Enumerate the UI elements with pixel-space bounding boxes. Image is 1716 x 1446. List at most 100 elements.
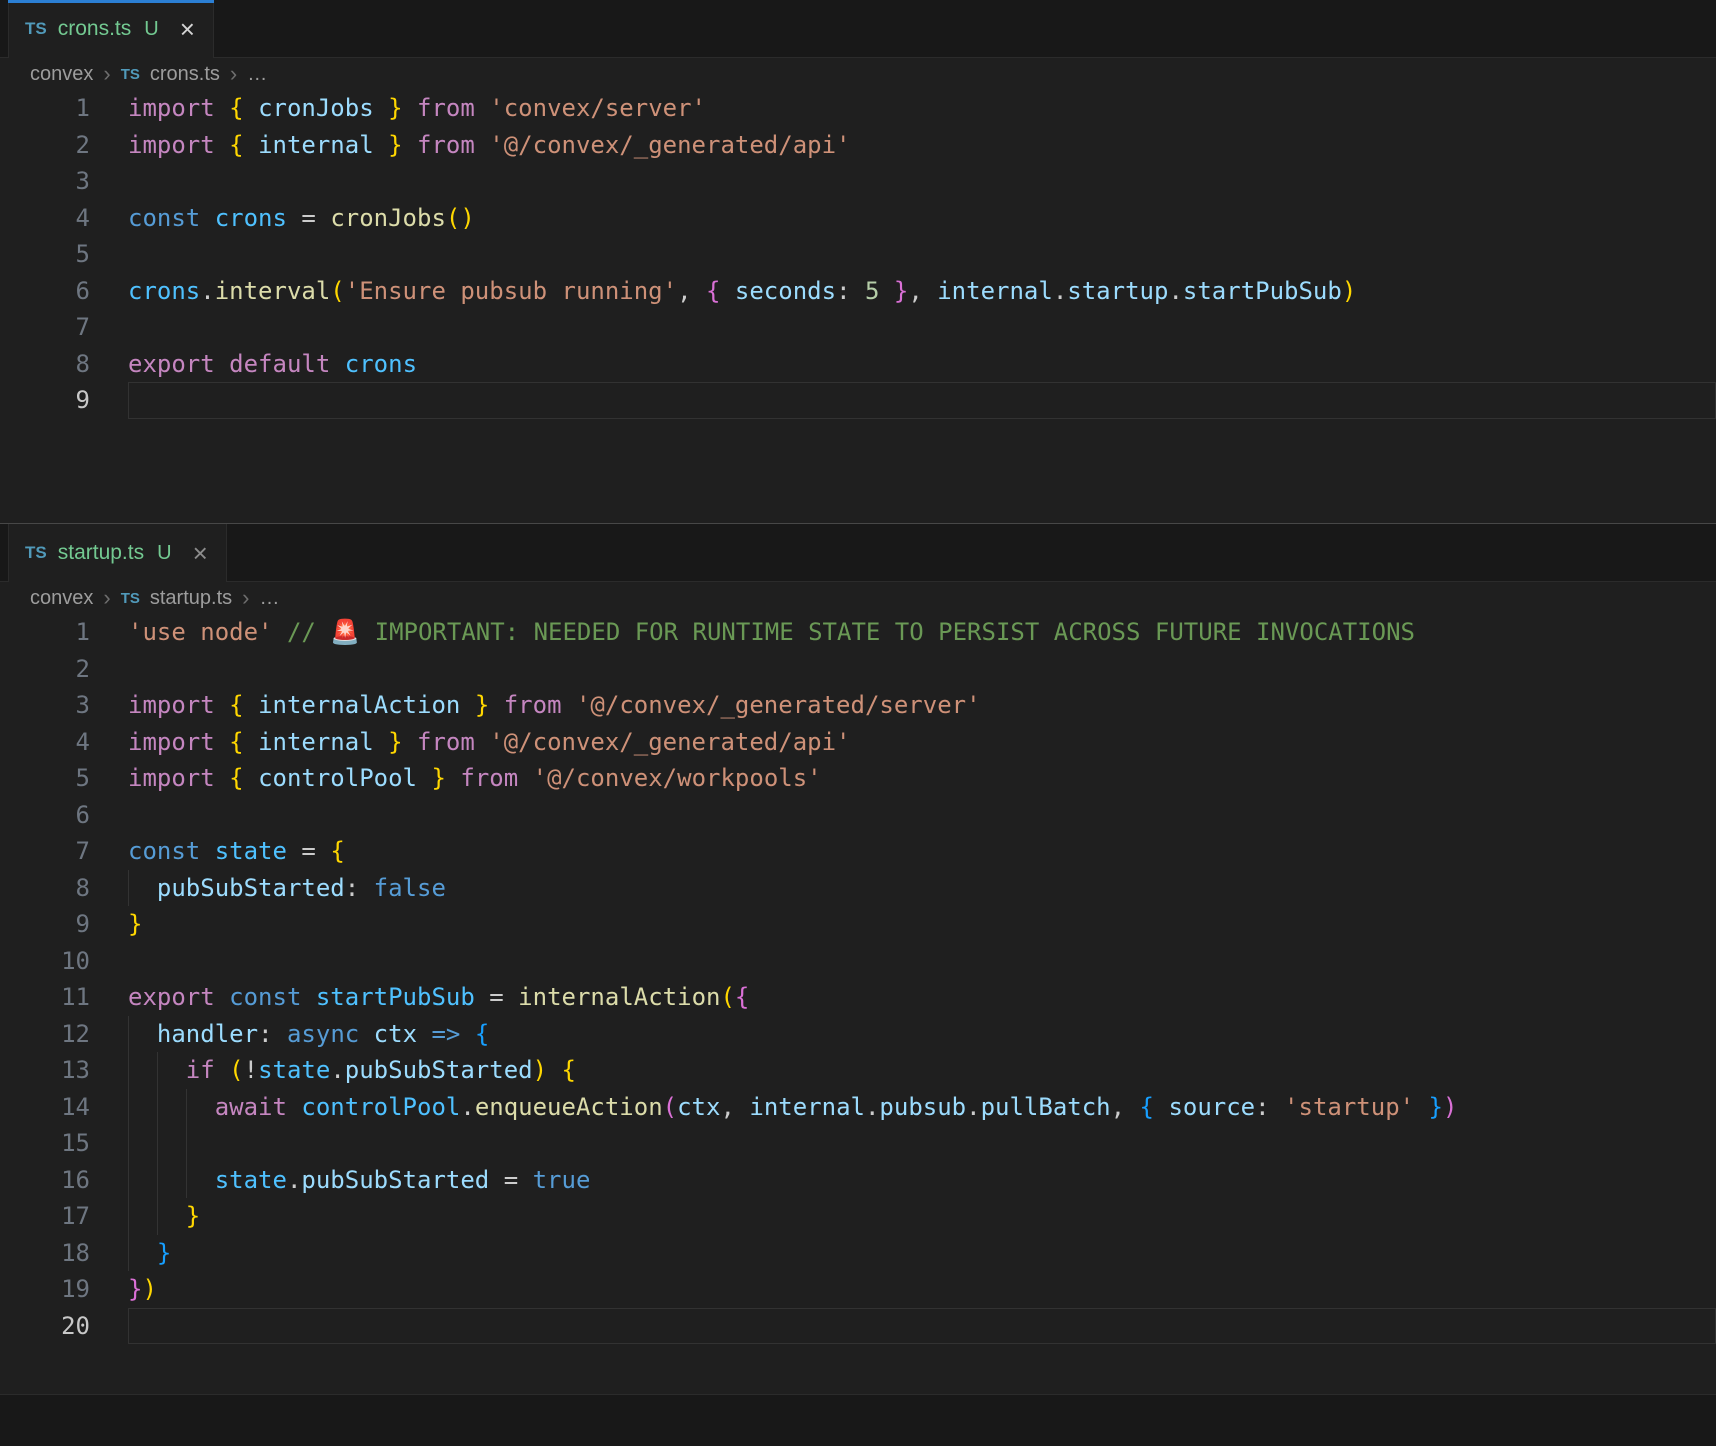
code-line[interactable]: 13 if (!state.pubSubStarted) {	[0, 1052, 1716, 1089]
code-token: (	[720, 983, 735, 1011]
code-line[interactable]: 12 handler: async ctx => {	[0, 1015, 1716, 1052]
code-token: ,	[1110, 1092, 1140, 1121]
code-line[interactable]: 5 import { controlPool } from '@/convex/w…	[0, 760, 1716, 797]
code-line-content[interactable]	[128, 1125, 1716, 1162]
code-line-content[interactable]	[128, 163, 1716, 200]
code-line-content[interactable]	[128, 309, 1716, 346]
close-icon[interactable]: ×	[180, 16, 195, 42]
code-token: seconds	[734, 276, 837, 305]
code-line[interactable]: 9}	[0, 906, 1716, 943]
code-line[interactable]: 18 }	[0, 1234, 1716, 1271]
code-line[interactable]: 17 }	[0, 1198, 1716, 1235]
code-line[interactable]: 4 import { internal } from '@/convex/_gen…	[0, 724, 1716, 761]
breadcrumb-folder[interactable]: convex	[30, 63, 93, 86]
code-line[interactable]: 1 import { cronJobs } from 'convex/server…	[0, 90, 1716, 127]
code-line-content[interactable]: pubSubStarted: false	[128, 869, 1716, 906]
code-line[interactable]: 9	[0, 382, 1716, 419]
code-line-content[interactable]	[128, 382, 1716, 419]
code-line[interactable]: 8 pubSubStarted: false	[0, 869, 1716, 906]
code-line[interactable]: 10	[0, 943, 1716, 980]
code-line-content[interactable]	[128, 1308, 1716, 1345]
code-token: state	[214, 837, 287, 865]
code-line-content[interactable]: }	[128, 1234, 1716, 1271]
code-line-content[interactable]: state.pubSubStarted = true	[128, 1161, 1716, 1198]
breadcrumb-folder[interactable]: convex	[30, 587, 93, 610]
code-token: false	[373, 873, 446, 902]
code-line[interactable]: 3	[0, 163, 1716, 200]
line-number: 16	[61, 1165, 90, 1194]
code-line-content[interactable]	[128, 236, 1716, 273]
code-line[interactable]: 19})	[0, 1271, 1716, 1308]
code-line-content[interactable]: import { controlPool } from '@/convex/wo…	[128, 760, 1716, 797]
code-text: }	[128, 1239, 171, 1267]
code-line-content[interactable]	[128, 943, 1716, 980]
code-token: true	[532, 1165, 591, 1194]
code-line-content[interactable]: import { internal } from '@/convex/_gene…	[128, 724, 1716, 761]
code-line-content[interactable]: import { internalAction } from '@/convex…	[128, 687, 1716, 724]
close-icon[interactable]: ×	[193, 540, 208, 566]
code-line[interactable]: 5	[0, 236, 1716, 273]
code-line-content[interactable]: await controlPool.enqueueAction(ctx, int…	[128, 1088, 1716, 1125]
code-line[interactable]: 20	[0, 1308, 1716, 1345]
breadcrumb-file[interactable]: crons.ts	[150, 63, 220, 86]
code-line[interactable]: 6	[0, 797, 1716, 834]
code-line-content[interactable]: const crons = cronJobs()	[128, 200, 1716, 237]
line-number: 14	[61, 1092, 90, 1121]
code-token: '@/convex/_generated/server'	[575, 691, 981, 719]
code-line-content[interactable]: }	[128, 906, 1716, 943]
code-line-content[interactable]: })	[128, 1271, 1716, 1308]
code-token: :	[258, 1019, 287, 1048]
code-line-content[interactable]	[128, 797, 1716, 834]
breadcrumb-file[interactable]: startup.ts	[150, 587, 232, 610]
line-number: 2	[75, 130, 90, 159]
breadcrumb-ellipsis[interactable]: …	[259, 587, 279, 610]
code-text: handler: async ctx => {	[128, 1020, 489, 1048]
code-token: cronJobs	[258, 94, 374, 122]
indent-guide	[128, 1234, 129, 1271]
code-area[interactable]: 1 'use node' // 🚨 IMPORTANT: NEEDED FOR R…	[0, 614, 1716, 1394]
code-line-content[interactable]: const state = {	[128, 833, 1716, 870]
code-line-content[interactable]	[128, 651, 1716, 688]
code-area[interactable]: 1 import { cronJobs } from 'convex/server…	[0, 90, 1716, 523]
code-line[interactable]: 6 crons.interval('Ensure pubsub running',…	[0, 273, 1716, 310]
code-line[interactable]: 4 const crons = cronJobs()	[0, 200, 1716, 237]
code-line[interactable]: 2 import { internal } from '@/convex/_gen…	[0, 127, 1716, 164]
code-line-content[interactable]: export const startPubSub = internalActio…	[128, 979, 1716, 1016]
code-token: .	[1168, 276, 1183, 305]
code-line-content[interactable]: }	[128, 1198, 1716, 1235]
line-number: 18	[61, 1238, 90, 1267]
code-line[interactable]: 14 await controlPool.enqueueAction(ctx, …	[0, 1088, 1716, 1125]
code-line-content[interactable]: import { cronJobs } from 'convex/server'	[128, 90, 1716, 127]
code-line[interactable]: 16 state.pubSubStarted = true	[0, 1161, 1716, 1198]
code-token: import	[128, 130, 215, 159]
code-line-content[interactable]: import { internal } from '@/convex/_gene…	[128, 127, 1716, 164]
code-line[interactable]: 7 const state = {	[0, 833, 1716, 870]
code-line[interactable]: 8 export default crons	[0, 346, 1716, 383]
code-line-content[interactable]: if (!state.pubSubStarted) {	[128, 1052, 1716, 1089]
code-token: :	[836, 276, 865, 305]
code-line-content[interactable]: export default crons	[128, 346, 1716, 383]
code-line-content[interactable]: handler: async ctx => {	[128, 1015, 1716, 1052]
tab-crons-ts[interactable]: TS crons.ts U ×	[8, 0, 214, 58]
code-line-content[interactable]: 'use node' // 🚨 IMPORTANT: NEEDED FOR RU…	[128, 614, 1716, 651]
code-text: export const startPubSub = internalActio…	[128, 983, 749, 1011]
code-line[interactable]: 15	[0, 1125, 1716, 1162]
code-line[interactable]: 1 'use node' // 🚨 IMPORTANT: NEEDED FOR R…	[0, 614, 1716, 651]
code-line[interactable]: 2	[0, 651, 1716, 688]
code-line[interactable]: 7	[0, 309, 1716, 346]
tab-startup-ts[interactable]: TS startup.ts U ×	[8, 524, 227, 582]
line-number: 6	[75, 800, 90, 829]
code-line[interactable]: 11 export const startPubSub = internalAct…	[0, 979, 1716, 1016]
code-token: {	[229, 691, 244, 719]
breadcrumb-ellipsis[interactable]: …	[247, 63, 267, 86]
code-line[interactable]: 3 import { internalAction } from '@/conve…	[0, 687, 1716, 724]
code-line-content[interactable]: crons.interval('Ensure pubsub running', …	[128, 273, 1716, 310]
